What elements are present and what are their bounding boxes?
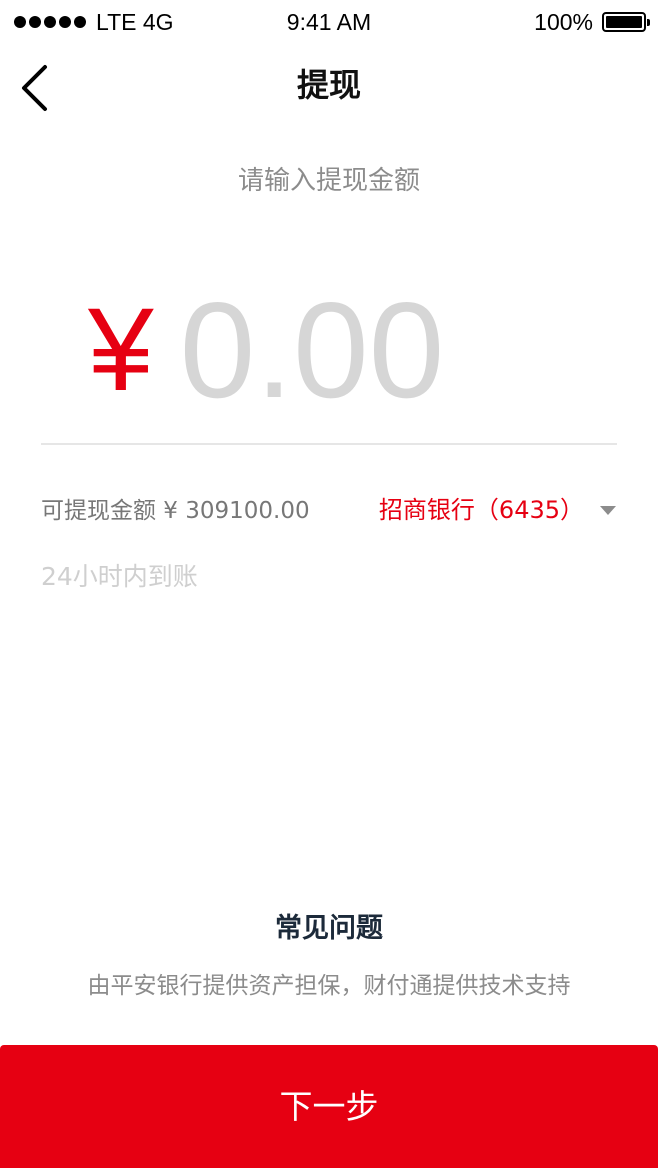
faq-link[interactable]: 常见问题 (0, 910, 658, 948)
status-bar: LTE 4G 9:41 AM 100% (0, 0, 658, 44)
amount-entry: ¥ (88, 272, 480, 428)
available-amount: 可提现金额 ¥ 309100.00 (41, 498, 310, 524)
caret-down-icon (600, 505, 616, 515)
divider (41, 443, 617, 445)
status-right: 100% (534, 8, 650, 36)
next-step-button[interactable]: 下一步 (0, 1045, 658, 1168)
amount-hint: 请输入提现金额 (237, 166, 420, 196)
bank-card-select[interactable]: 招商银行（6435） (379, 493, 616, 527)
arrival-note: 24小时内到账 (41, 562, 198, 591)
disclaimer-text: 由平安银行提供资产担保，财付通提供技术支持 (87, 973, 571, 999)
amount-input[interactable] (179, 272, 480, 428)
currency-symbol: ¥ (88, 284, 154, 416)
battery-icon (602, 12, 650, 32)
bank-card-label: 招商银行（6435） (378, 496, 584, 524)
page-title: 提现 (296, 66, 361, 104)
nav-bar: 提现 (0, 44, 658, 132)
battery-percent: 100% (534, 9, 593, 35)
